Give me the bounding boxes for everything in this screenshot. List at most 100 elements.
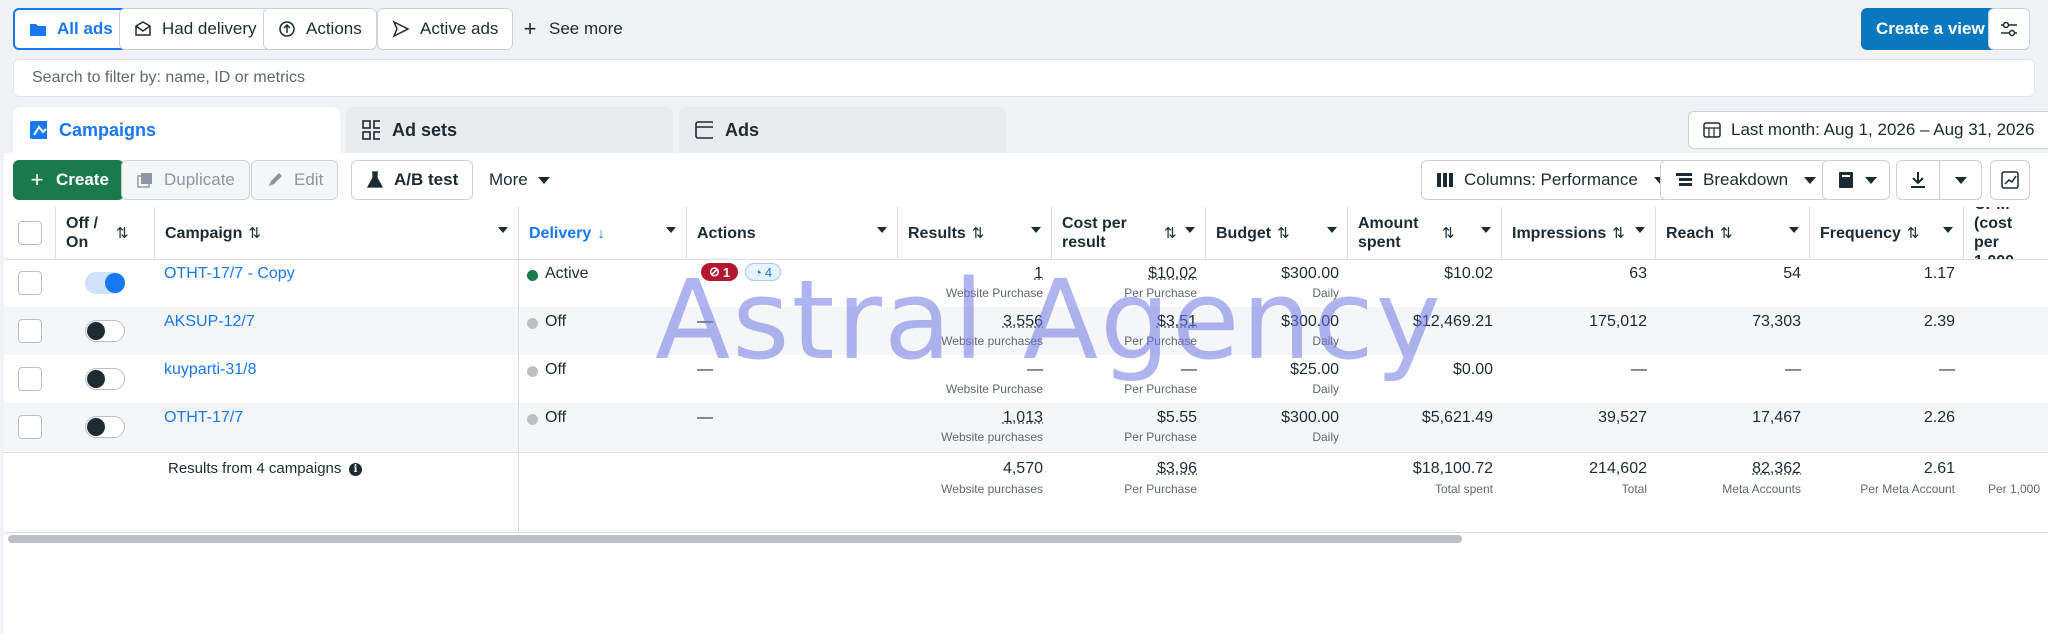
cpr-type: Per Purchase xyxy=(1124,334,1197,348)
campaign-name-link[interactable]: OTHT-17/7 xyxy=(164,409,243,427)
campaign-name-link[interactable]: AKSUP-12/7 xyxy=(164,313,255,331)
recommendation-badge[interactable]: ◔ 4 xyxy=(745,263,782,281)
chevron-down-icon xyxy=(1031,227,1041,233)
view-all-ads[interactable]: All ads xyxy=(13,8,129,50)
campaign-name-link[interactable]: kuyparti-31/8 xyxy=(164,361,257,379)
row-toggle[interactable] xyxy=(85,368,125,390)
sort-desc-icon: ↓ xyxy=(597,224,605,242)
upload-circle-icon xyxy=(278,20,296,38)
table-row[interactable]: OTHT-17/7 Off — 1,013 Website purchases … xyxy=(4,403,2048,451)
row-toggle[interactable] xyxy=(85,272,125,294)
folder-icon xyxy=(29,20,47,38)
table-bottom-border xyxy=(4,532,2048,533)
tab-ad-sets[interactable]: Ad sets xyxy=(346,107,673,153)
header-campaign[interactable]: Campaign ⇅ xyxy=(155,207,519,259)
header-cpm[interactable]: CPM (cost per 1,000 xyxy=(1964,207,2048,259)
ab-test-button[interactable]: A/B test xyxy=(351,160,474,200)
delivery-status-dot xyxy=(527,414,538,425)
header-delivery[interactable]: Delivery ↓ xyxy=(519,207,687,259)
header-off-on[interactable]: Off / On ⇅ xyxy=(56,207,155,259)
header-impressions[interactable]: Impressions ⇅ xyxy=(1502,207,1656,259)
edit-label: Edit xyxy=(294,170,324,189)
view-settings-button[interactable] xyxy=(1988,8,2030,50)
header-cpm-label: CPM (cost per 1,000 xyxy=(1974,207,2014,259)
summary-cpm-type: Per 1,000 xyxy=(1987,482,2040,496)
edit-button[interactable]: Edit xyxy=(251,160,339,200)
header-delivery-label: Delivery xyxy=(529,224,592,242)
chevron-down-icon xyxy=(1943,227,1953,233)
date-range-picker[interactable]: Last month: Aug 1, 2026 – Aug 31, 2026 xyxy=(1688,111,2048,149)
duplicate-icon xyxy=(136,171,154,189)
header-frequency[interactable]: Frequency ⇅ xyxy=(1810,207,1964,259)
search-input[interactable]: Search to filter by: name, ID or metrics xyxy=(13,59,2035,97)
header-amount-spent[interactable]: Amount spent ⇅ xyxy=(1348,207,1502,259)
row-checkbox[interactable] xyxy=(18,415,42,439)
date-range-label: Last month: Aug 1, 2026 – Aug 31, 2026 xyxy=(1731,120,2035,139)
summary-cpr: $3.96 xyxy=(1156,460,1197,477)
duplicate-button[interactable]: Duplicate xyxy=(121,160,250,200)
line-chart-icon xyxy=(2001,171,2019,189)
campaign-flag-icon xyxy=(29,121,47,139)
row-checkbox[interactable] xyxy=(18,367,42,391)
more-button[interactable]: More xyxy=(475,160,564,200)
info-icon[interactable]: i xyxy=(349,463,362,476)
header-impressions-label: Impressions xyxy=(1512,224,1607,242)
cpr-value: — xyxy=(1181,361,1197,378)
summary-reach: 82,362 xyxy=(1752,460,1801,477)
breakdown-button[interactable]: Breakdown xyxy=(1660,160,1832,200)
chevron-down-icon xyxy=(877,227,887,233)
frequency-value: 2.26 xyxy=(1923,409,1955,426)
export-button[interactable] xyxy=(1896,160,1982,200)
create-button[interactable]: + Create xyxy=(13,160,124,200)
table-row[interactable]: OTHT-17/7 - Copy Active ⊘ 1 ◔ 4 1 Website … xyxy=(4,259,2048,307)
summary-cpr-type: Per Purchase xyxy=(1124,482,1197,496)
ab-test-label: A/B test xyxy=(394,170,459,189)
row-toggle[interactable] xyxy=(85,320,125,342)
results-type: Website Purchase xyxy=(945,286,1043,300)
grid-icon xyxy=(362,120,380,140)
error-badge[interactable]: ⊘ 1 xyxy=(701,263,739,281)
header-budget[interactable]: Budget ⇅ xyxy=(1206,207,1348,259)
sort-icon: ⇅ xyxy=(1612,224,1625,242)
horizontal-scrollbar[interactable] xyxy=(8,535,1462,543)
delivery-status: Off xyxy=(545,409,567,426)
tab-ads[interactable]: Ads xyxy=(679,107,1006,153)
chevron-down-icon xyxy=(666,227,676,233)
table-row[interactable]: AKSUP-12/7 Off — 3,556 Website purchases… xyxy=(4,307,2048,355)
view-active-ads[interactable]: Active ads xyxy=(377,8,514,50)
row-toggle[interactable] xyxy=(85,416,125,438)
budget-value: $25.00 xyxy=(1290,361,1339,378)
header-reach[interactable]: Reach ⇅ xyxy=(1656,207,1810,259)
chevron-down-icon xyxy=(1955,177,1967,184)
table-row[interactable]: kuyparti-31/8 Off — — Website Purchase —… xyxy=(4,355,2048,403)
select-all-checkbox[interactable] xyxy=(18,221,42,245)
header-cost-per-result[interactable]: Cost per result ⇅ xyxy=(1052,207,1206,259)
impressions-value: — xyxy=(1631,361,1647,378)
impressions-value: 63 xyxy=(1629,265,1647,282)
chart-toggle-button[interactable] xyxy=(1990,160,2030,200)
delivery-status-dot xyxy=(527,318,538,329)
chevron-down-icon xyxy=(498,227,508,233)
chevron-down-icon xyxy=(1789,227,1799,233)
summary-results-type: Website purchases xyxy=(941,482,1043,496)
header-actions[interactable]: Actions xyxy=(687,207,898,259)
frequency-value: — xyxy=(1939,361,1955,378)
frozen-column-divider xyxy=(518,259,519,533)
row-checkbox[interactable] xyxy=(18,271,42,295)
see-more-button[interactable]: + See more xyxy=(507,8,637,50)
results-value: 3,556 xyxy=(1002,313,1043,330)
view-actions[interactable]: Actions xyxy=(263,8,377,50)
chevron-down-icon xyxy=(1804,176,1817,184)
header-results[interactable]: Results ⇅ xyxy=(898,207,1052,259)
send-icon xyxy=(392,20,410,38)
create-view-button[interactable]: Create a view xyxy=(1861,8,2000,50)
chevron-down-icon xyxy=(1865,176,1877,184)
row-checkbox[interactable] xyxy=(18,319,42,343)
spent-value: $12,469.21 xyxy=(1412,313,1493,330)
tab-campaigns[interactable]: Campaigns xyxy=(13,107,340,153)
campaign-name-link[interactable]: OTHT-17/7 - Copy xyxy=(164,265,295,283)
columns-button[interactable]: Columns: Performance xyxy=(1421,160,1681,200)
view-had-delivery[interactable]: Had delivery xyxy=(119,8,272,50)
reports-button[interactable] xyxy=(1822,160,1890,200)
calendar-icon xyxy=(1703,121,1721,139)
